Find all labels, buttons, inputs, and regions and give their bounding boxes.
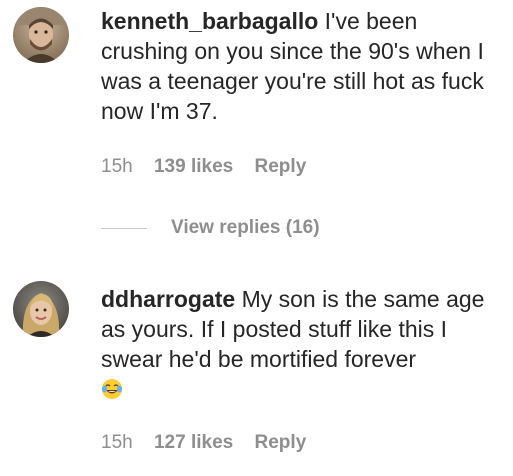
reply-button[interactable]: Reply — [255, 432, 307, 453]
comment-meta: 15h 127 likes Reply — [101, 432, 306, 454]
comment-likes[interactable]: 127 likes — [154, 432, 233, 453]
profile-photo-icon — [13, 7, 69, 63]
comment-item: ddharrogate My son is the same age as yo… — [0, 270, 513, 476]
comment-timestamp[interactable]: 15h — [101, 432, 133, 453]
face-with-tears-of-joy-icon — [102, 379, 122, 399]
comment-likes[interactable]: 139 likes — [154, 156, 233, 177]
comment-item: kenneth_barbagallo I've been crushing on… — [0, 0, 513, 238]
comment-text: ddharrogate My son is the same age as yo… — [101, 284, 506, 404]
comment-text: kenneth_barbagallo I've been crushing on… — [101, 6, 506, 126]
avatar[interactable] — [13, 7, 69, 63]
avatar[interactable] — [13, 281, 69, 337]
comment-username[interactable]: kenneth_barbagallo — [101, 8, 318, 34]
reply-button[interactable]: Reply — [255, 156, 307, 177]
view-replies-divider — [101, 227, 147, 229]
profile-photo-icon — [13, 281, 69, 337]
comment-meta: 15h 139 likes Reply — [101, 156, 306, 178]
comment-username[interactable]: ddharrogate — [101, 286, 235, 312]
comment-timestamp[interactable]: 15h — [101, 156, 133, 177]
view-replies-label: View replies (16) — [171, 217, 320, 238]
view-replies-button[interactable]: View replies (16) — [101, 216, 320, 240]
